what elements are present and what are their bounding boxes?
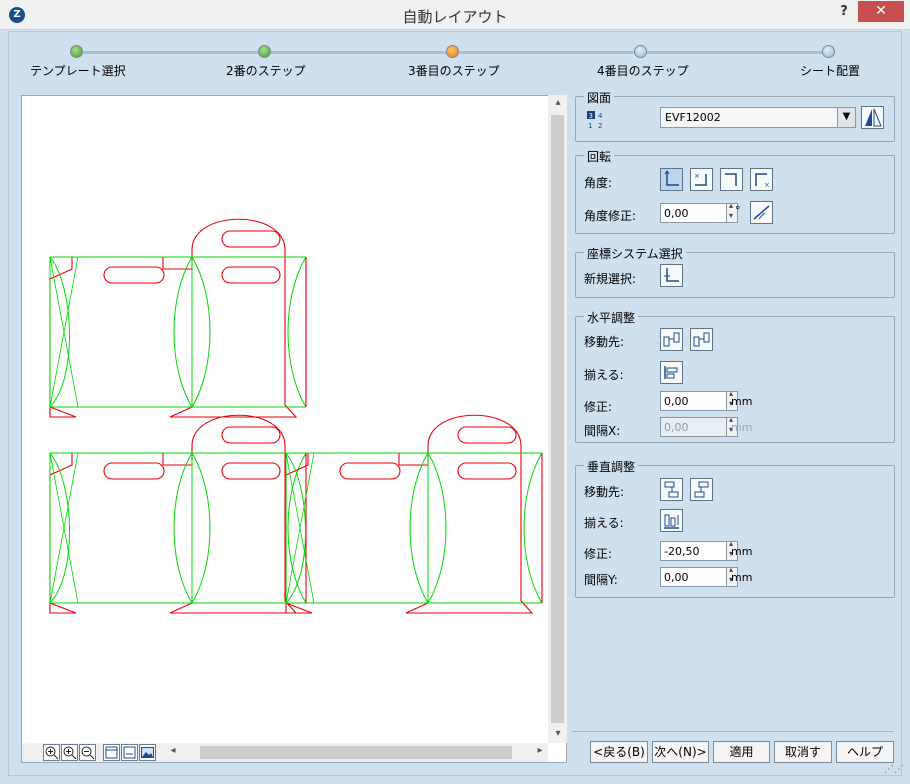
svg-text:×: × (694, 172, 700, 180)
mirror-button[interactable] (861, 106, 884, 129)
svg-text:4: 4 (598, 112, 603, 120)
h-correction-label: 修正: (584, 400, 613, 414)
drawing-select[interactable]: EVF12002 ▼ (660, 107, 856, 128)
v-spacing-label: 間隔Y: (584, 573, 618, 587)
apply-button[interactable]: 適用 (713, 741, 770, 763)
h-move-label: 移動先: (584, 335, 625, 349)
resize-grip-icon[interactable]: ⋰⋰ (884, 764, 904, 778)
zoom-in-icon[interactable] (61, 744, 78, 761)
window-title: 自動レイアウト (402, 8, 508, 26)
box-instance-1 (49, 218, 307, 418)
h-correction-unit: mm (731, 395, 753, 408)
rotation-group-title: 回転 (584, 148, 615, 165)
v-correction-input[interactable]: -20,50 (660, 539, 738, 561)
svg-text:×: × (764, 181, 770, 189)
v-correction-unit: mm (731, 545, 753, 558)
vertical-group-title: 垂直調整 (584, 458, 639, 475)
image-view-icon[interactable] (139, 744, 156, 761)
v-spacing-input[interactable]: 0,00 (660, 565, 738, 587)
step-1-dot (70, 45, 83, 58)
svg-text:3: 3 (589, 112, 593, 120)
move-down-button[interactable] (690, 478, 713, 501)
angle-correction-input[interactable]: 0,00 (660, 201, 738, 223)
horizontal-group-title: 水平調整 (584, 309, 639, 326)
rotate-0-button[interactable] (660, 168, 683, 191)
next-button[interactable]: 次へ(N)> (652, 741, 709, 763)
scroll-up-icon[interactable]: ▴ (550, 97, 566, 108)
h-align-label: 揃える: (584, 368, 624, 382)
help-title-button[interactable]: ? (832, 4, 856, 24)
v-align-label: 揃える: (584, 516, 624, 530)
v-move-label: 移動先: (584, 485, 625, 499)
step-3-dot (446, 45, 459, 58)
v-spacing-unit: mm (731, 571, 753, 584)
h-spacing-value: 0,00 (664, 421, 689, 434)
fit-width-icon[interactable] (103, 744, 120, 761)
coordinate-group-title: 座標システム選択 (584, 245, 686, 262)
die-layout-drawing (49, 218, 543, 614)
footer-separator (572, 731, 894, 732)
h-spacing-label: 間隔X: (584, 424, 621, 438)
angle-unit: ° (735, 204, 741, 217)
rotate-90-button[interactable]: × (690, 168, 713, 191)
drawing-group-title: 図面 (584, 89, 615, 106)
v-align-button[interactable] (660, 509, 683, 532)
rotate-180-button[interactable] (720, 168, 743, 191)
rotate-270-button[interactable]: × (750, 168, 773, 191)
scroll-left-icon[interactable]: ◂ (165, 745, 181, 756)
step-2-dot (258, 45, 271, 58)
angle-measure-button[interactable] (750, 201, 773, 224)
h-correction-value: 0,00 (664, 395, 689, 408)
new-select-label: 新規選択: (584, 272, 637, 286)
h-spacing-input: 0,00 (660, 415, 738, 437)
scroll-down-icon[interactable]: ▾ (550, 728, 566, 739)
angle-label: 角度: (584, 176, 613, 190)
h-spacing-unit: mm (731, 421, 753, 434)
angle-correction-value: 0,00 (664, 207, 689, 220)
angle-correction-label: 角度修正: (584, 209, 637, 223)
move-up-button[interactable] (660, 478, 683, 501)
step-4-label: 4番目のステップ (597, 64, 689, 78)
svg-text:2: 2 (598, 122, 602, 130)
step-2-label: 2番のステップ (226, 64, 306, 78)
fit-page-icon[interactable] (121, 744, 138, 761)
step-5-label: シート配置 (800, 64, 861, 78)
coordinate-select-button[interactable] (660, 264, 683, 287)
zoom-out-icon[interactable] (79, 744, 96, 761)
svg-text:1: 1 (588, 122, 592, 130)
cancel-button[interactable]: 取消す (774, 741, 832, 763)
scroll-right-icon[interactable]: ▸ (532, 745, 548, 756)
v-correction-label: 修正: (584, 547, 613, 561)
back-button[interactable]: <戻る(B) (590, 741, 648, 763)
step-3-label: 3番目のステップ (408, 64, 500, 78)
box-instance-3 (285, 414, 543, 614)
chevron-down-icon[interactable]: ▼ (837, 108, 855, 127)
drawing-select-value: EVF12002 (665, 111, 721, 124)
close-button[interactable]: ✕ (858, 1, 904, 22)
move-left-button[interactable] (660, 328, 683, 351)
step-4-dot (634, 45, 647, 58)
v-correction-value: -20,50 (664, 545, 700, 558)
help-button[interactable]: ヘルプ (836, 741, 894, 763)
move-right-button[interactable] (690, 328, 713, 351)
layout-numbering-icon: 3412 (586, 110, 608, 130)
h-correction-input[interactable]: 0,00 (660, 389, 738, 411)
title-bar: Z 自動レイアウト ? ✕ (0, 0, 910, 30)
h-align-button[interactable] (660, 361, 683, 384)
v-spacing-value: 0,00 (664, 571, 689, 584)
step-1-label: テンプレート選択 (30, 64, 126, 78)
box-instance-2 (49, 414, 307, 614)
vertical-scroll-thumb[interactable] (551, 115, 564, 723)
zoom-fit-icon[interactable] (43, 744, 60, 761)
horizontal-scroll-thumb[interactable] (200, 746, 512, 759)
step-5-dot (822, 45, 835, 58)
